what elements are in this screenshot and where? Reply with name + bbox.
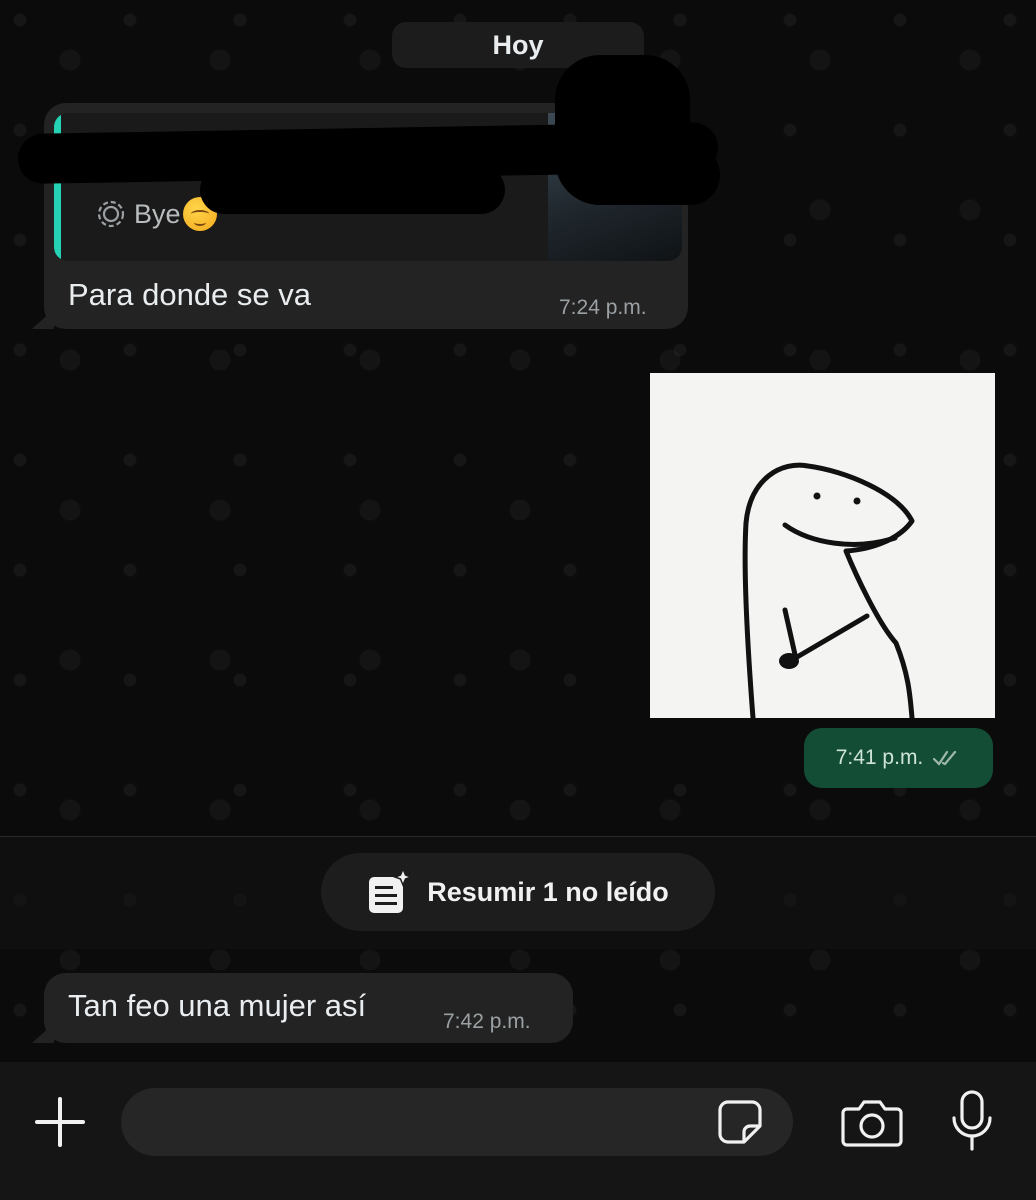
sticker-image[interactable] — [650, 373, 995, 721]
quoted-status: Bye — [96, 197, 217, 231]
message-time: 7:41 p.m. — [835, 746, 924, 769]
bubble-tail — [32, 1023, 54, 1043]
redaction-mark — [200, 166, 505, 214]
bubble-tail — [32, 309, 54, 329]
redaction-mark — [570, 145, 720, 205]
incoming-message[interactable]: Tan feo una mujer así 7:42 p.m. — [32, 973, 573, 1043]
message-time: 7:24 p.m. — [559, 296, 647, 319]
quoted-status-text: Bye — [134, 198, 181, 229]
message-time: 7:42 p.m. — [443, 1010, 531, 1033]
status-icon — [97, 200, 125, 228]
message-input[interactable] — [121, 1088, 793, 1156]
flork-sticker-drawing — [742, 462, 915, 721]
camera-button[interactable] — [838, 1092, 906, 1152]
message-text: Tan feo una mujer así — [68, 988, 367, 1023]
date-label: Hoy — [492, 29, 544, 60]
voice-message-button[interactable] — [944, 1086, 1000, 1156]
sticker-timestamp: 7:41 p.m. — [804, 728, 993, 788]
summarize-label: Resumir 1 no leído — [427, 876, 669, 907]
ai-summary-icon — [369, 869, 414, 913]
sticker-icon — [718, 1100, 762, 1144]
message-text: Para donde se va — [68, 277, 312, 312]
plus-icon — [35, 1097, 85, 1147]
sticker-button[interactable] — [712, 1096, 768, 1148]
camera-icon — [841, 1100, 903, 1147]
microphone-icon — [952, 1090, 992, 1151]
attach-button[interactable] — [30, 1092, 90, 1152]
double-check-icon — [933, 750, 957, 766]
summarize-unread-button[interactable]: Resumir 1 no leído — [321, 853, 715, 931]
